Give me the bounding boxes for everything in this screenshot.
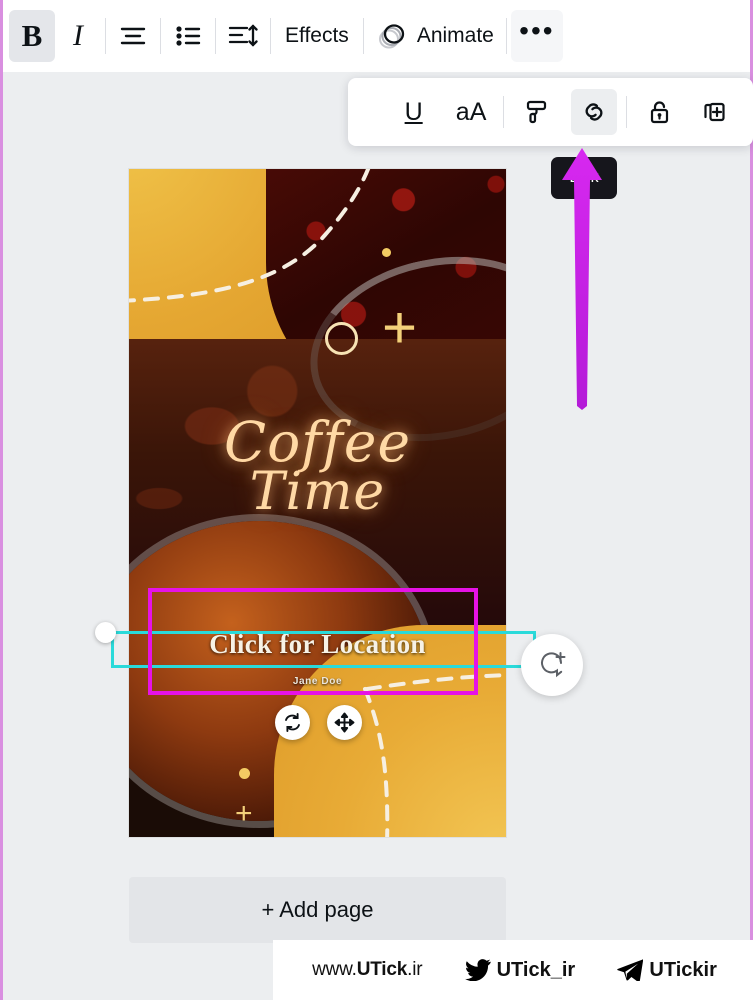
toolbar-divider-4 [270, 18, 271, 54]
toolbar-divider-6 [505, 18, 507, 54]
dot-decoration-1 [382, 248, 391, 257]
line-spacing-icon [228, 24, 258, 47]
selection-guide-top [111, 631, 536, 634]
toolbar-divider-5 [362, 18, 364, 54]
plus-decoration-1: + [382, 294, 418, 361]
text-align-button[interactable] [110, 10, 156, 62]
link-tooltip-label: Link [569, 169, 599, 186]
text-align-icon [120, 27, 146, 45]
more-options-button[interactable]: ••• [510, 10, 563, 62]
telegram-icon [617, 959, 644, 981]
effects-button[interactable]: Effects [275, 10, 359, 62]
link-button[interactable] [570, 89, 617, 135]
subbar-divider-2 [625, 96, 627, 128]
watermark-twitter-handle: UTick_ir [496, 958, 576, 981]
dot-decoration-2 [239, 768, 250, 779]
subbar-divider-1 [503, 96, 505, 128]
bold-button[interactable]: B [9, 10, 55, 62]
design-canvas-page[interactable]: + + Coffee Time Click for Location Jane … [129, 169, 506, 837]
lock-open-icon [650, 101, 668, 124]
bold-icon: B [21, 18, 43, 53]
comment-plus-icon [540, 651, 565, 677]
watermark-twitter: UTick_ir [464, 958, 576, 982]
duplicate-button[interactable] [693, 89, 739, 135]
bulleted-list-button[interactable] [165, 10, 211, 62]
add-comment-button[interactable] [521, 634, 583, 696]
add-page-label: + Add page [261, 897, 374, 922]
circle-decoration [325, 322, 358, 355]
copy-style-button[interactable] [513, 89, 559, 135]
animate-label: Animate [416, 24, 494, 47]
bulleted-list-icon [176, 26, 201, 46]
animate-button[interactable]: Animate [368, 20, 502, 52]
toolbar-divider-2 [160, 18, 161, 54]
link-tooltip: Link [551, 157, 617, 199]
watermark-telegram-handle: UTickir [649, 958, 717, 981]
twitter-icon [464, 959, 491, 981]
selection-guide-bottom [111, 665, 536, 668]
underline-icon: U [404, 97, 423, 126]
design-title-line2: Time [249, 462, 386, 523]
toolbar-divider-3 [215, 18, 216, 54]
design-title-line1: Coffee [223, 410, 411, 474]
paint-roller-icon [526, 100, 547, 124]
plus-decoration-2: + [235, 797, 253, 830]
toolbar-divider-1 [105, 18, 106, 54]
editor-root: B I Effects Animate ••• U aA Link + + Co… [0, 0, 753, 1000]
design-title: Coffee Time [129, 410, 506, 523]
watermark-site-suffix: .ir [407, 959, 423, 980]
byline-text-element[interactable]: Jane Doe [129, 676, 506, 687]
watermark-site-prefix: www. [312, 959, 357, 980]
text-options-popover: U aA [348, 78, 753, 146]
text-case-button[interactable]: aA [448, 89, 494, 135]
underline-button[interactable]: U [391, 89, 437, 135]
move-arrows-icon [334, 712, 355, 733]
effects-label: Effects [285, 24, 349, 47]
text-format-toolbar: B I Effects Animate ••• [3, 0, 750, 73]
rotate-icon [285, 713, 300, 732]
selection-handle-left[interactable] [95, 622, 116, 643]
link-icon [585, 103, 602, 121]
move-handle[interactable] [327, 705, 362, 740]
add-page-button[interactable]: + Add page [129, 877, 506, 943]
rotate-handle[interactable] [275, 705, 310, 740]
watermark-website: www.UTick.ir [312, 959, 422, 981]
lock-button[interactable] [636, 89, 682, 135]
italic-icon: I [73, 19, 83, 52]
line-spacing-button[interactable] [220, 10, 266, 62]
text-case-icon: aA [455, 97, 487, 126]
duplicate-icon [704, 102, 725, 122]
italic-button[interactable]: I [55, 10, 101, 62]
watermark-site-brand: UTick [356, 959, 408, 980]
more-dots-icon: ••• [519, 15, 555, 46]
watermark-bar: www.UTick.ir UTick_ir UTickir [273, 940, 753, 1000]
animate-icon [378, 24, 404, 49]
watermark-telegram: UTickir [617, 958, 717, 982]
